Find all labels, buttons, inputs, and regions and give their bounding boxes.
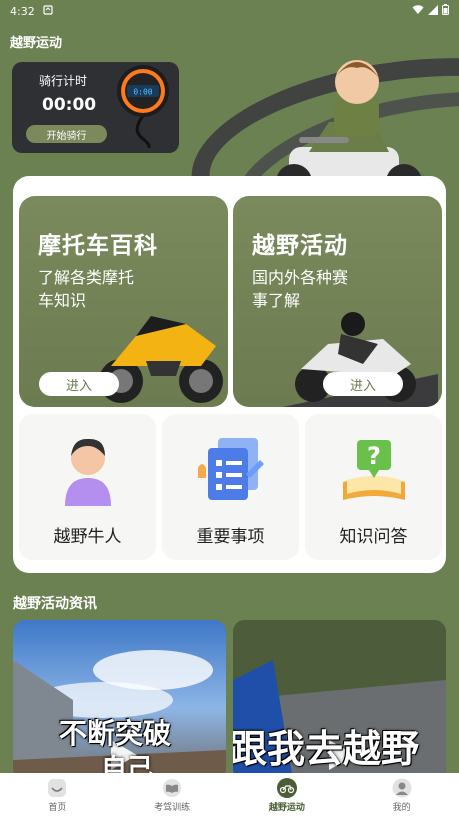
status-bar: 4:32 [0,0,459,22]
ride-timer-card: 骑行计时 00:00 开始骑行 0:00 [12,62,179,153]
tab-label: 越野运动 [268,802,305,813]
video-card[interactable]: 跟我去越野 [233,620,446,780]
feature-title: 摩托车百科 [38,233,158,259]
tab-label: 考驾训练 [154,802,191,813]
stopwatch-icon: 0:00 [117,65,169,148]
feature-title: 越野活动 [252,233,348,259]
tile-label: 重要事项 [196,527,265,547]
video-card[interactable]: 不断突破 自己 [13,620,226,780]
book-icon [163,778,182,797]
tab-home[interactable]: 首页 [0,773,115,817]
tab-label: 首页 [48,802,67,813]
battery-icon [442,4,449,18]
tab-driving-training[interactable]: 考驾训练 [115,773,230,817]
svg-text:?: ? [367,442,381,470]
enter-button[interactable]: 进入 [39,372,119,396]
tab-label: 我的 [392,802,411,813]
tab-offroad[interactable]: 越野运动 [230,773,345,817]
profile-icon [392,778,412,797]
person-icon [65,438,111,506]
checklist-icon [198,438,264,500]
feature-card-moto-encyclopedia[interactable]: 摩托车百科 了解各类摩托车知识 进入 [19,196,228,407]
feature-card-offroad-events[interactable]: 越野活动 国内外各种赛事了解 进入 [233,196,442,407]
tile-important-notes[interactable]: 重要事项 [162,414,299,560]
motorcycle-icon [276,777,297,798]
qa-book-icon: ? [343,440,405,500]
bottom-tab-bar: 首页 考驾训练 越野运动 我的 [0,773,459,817]
video-caption: 不断突破 [59,717,172,750]
enter-button[interactable]: 进入 [323,372,403,396]
start-ride-button[interactable]: 开始骑行 [26,125,107,143]
video-caption: 跟我去越野 [233,727,420,771]
tab-profile[interactable]: 我的 [344,773,459,817]
main-card: 摩托车百科 了解各类摩托车知识 进入 越野活动 国内外各种赛事了解 进入 越野牛… [13,176,446,573]
stopwatch-display: 0:00 [133,88,152,97]
tile-label: 越野牛人 [53,527,122,547]
wifi-icon [412,4,424,18]
notification-icon [43,4,53,18]
tile-offroad-experts[interactable]: 越野牛人 [19,414,156,560]
tile-knowledge-qa[interactable]: ? 知识问答 [305,414,442,560]
signal-icon [428,4,438,18]
status-time: 4:32 [10,4,35,18]
tile-label: 知识问答 [339,527,408,547]
news-section-title: 越野活动资讯 [13,596,97,612]
page-title: 越野运动 [10,36,63,51]
home-icon [48,778,67,797]
